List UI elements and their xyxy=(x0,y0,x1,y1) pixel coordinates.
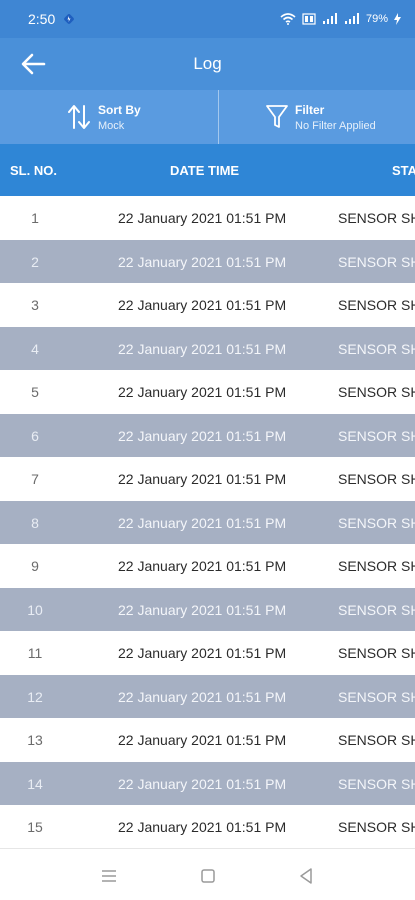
cell-date-time: 22 January 2021 01:51 PM xyxy=(118,819,287,835)
cell-sl-no: 1 xyxy=(31,210,39,226)
cell-sl-no: 14 xyxy=(27,775,43,792)
column-header-sl-no: SL. NO. xyxy=(10,163,57,178)
cell-sl-no: 6 xyxy=(31,427,39,444)
back-triangle-icon[interactable] xyxy=(297,867,315,885)
column-header-date-time: DATE TIME xyxy=(170,163,240,178)
cell-date-time: 22 January 2021 01:51 PM xyxy=(118,340,287,357)
cell-sl-no: 10 xyxy=(27,601,43,618)
sort-arrows-icon xyxy=(68,104,90,135)
cell-status: SENSOR SHORT xyxy=(338,384,415,400)
battery-percent: 79% xyxy=(365,13,388,25)
system-nav-bar xyxy=(0,848,415,900)
cell-status: SENSOR SHORT xyxy=(338,688,415,705)
table-row[interactable]: 3 22 January 2021 01:51 PM SENSOR SHORT xyxy=(0,283,415,327)
table-row[interactable]: 9 22 January 2021 01:51 PM SENSOR SHORT xyxy=(0,544,415,588)
signal-icon xyxy=(322,13,338,25)
sort-by-button[interactable]: Sort By Mock xyxy=(0,90,218,144)
cell-status: SENSOR SHORT xyxy=(338,775,415,792)
cell-status: SENSOR SHORT xyxy=(338,645,415,661)
table-header: SL. NO. DATE TIME STATUS xyxy=(0,144,415,196)
toolbar: Sort By Mock Filter No Filter Applied xyxy=(0,90,415,144)
charging-icon xyxy=(394,13,401,25)
table-row[interactable]: 8 22 January 2021 01:51 PM SENSOR SHORT xyxy=(0,500,415,544)
cell-date-time: 22 January 2021 01:51 PM xyxy=(118,384,287,400)
cell-status: SENSOR SHORT xyxy=(338,253,415,270)
cell-status: SENSOR SHORT xyxy=(338,558,415,574)
log-table-body[interactable]: 1 22 January 2021 01:51 PM SENSOR SHORT … xyxy=(0,196,415,848)
cell-sl-no: 4 xyxy=(31,340,39,357)
wifi-icon xyxy=(280,13,296,25)
table-row[interactable]: 11 22 January 2021 01:51 PM SENSOR SHORT xyxy=(0,631,415,675)
status-time: 2:50 xyxy=(28,11,56,27)
cell-status: SENSOR SHORT xyxy=(338,471,415,487)
cell-status: SENSOR SHORT xyxy=(338,601,415,618)
cell-date-time: 22 January 2021 01:51 PM xyxy=(118,732,287,748)
signal-icon xyxy=(344,13,360,25)
cell-sl-no: 11 xyxy=(27,645,43,661)
filter-title: Filter xyxy=(295,102,325,117)
funnel-icon xyxy=(265,104,289,135)
filter-text: Filter No Filter Applied xyxy=(295,103,376,132)
cell-date-time: 22 January 2021 01:51 PM xyxy=(118,558,287,574)
cell-date-time: 22 January 2021 01:51 PM xyxy=(118,775,287,792)
cell-status: SENSOR SHORT xyxy=(338,210,415,226)
table-row[interactable]: 7 22 January 2021 01:51 PM SENSOR SHORT xyxy=(0,457,415,501)
table-row[interactable]: 1 22 January 2021 01:51 PM SENSOR SHORT xyxy=(0,196,415,240)
cell-date-time: 22 January 2021 01:51 PM xyxy=(118,210,287,226)
table-row[interactable]: 6 22 January 2021 01:51 PM SENSOR SHORT xyxy=(0,413,415,457)
table-row[interactable]: 5 22 January 2021 01:51 PM SENSOR SHORT xyxy=(0,370,415,414)
column-header-status: STATUS xyxy=(392,163,415,178)
status-bar: 2:50 79% xyxy=(0,0,415,38)
volte-icon xyxy=(302,13,316,25)
cell-status: SENSOR SHORT xyxy=(338,297,415,313)
home-icon[interactable] xyxy=(199,867,217,885)
cell-date-time: 22 January 2021 01:51 PM xyxy=(118,297,287,313)
cell-date-time: 22 January 2021 01:51 PM xyxy=(118,253,287,270)
back-button[interactable] xyxy=(20,52,46,76)
table-row[interactable]: 4 22 January 2021 01:51 PM SENSOR SHORT xyxy=(0,326,415,370)
table-row[interactable]: 10 22 January 2021 01:51 PM SENSOR SHORT xyxy=(0,587,415,631)
cell-sl-no: 3 xyxy=(31,297,39,313)
table-row[interactable]: 15 22 January 2021 01:51 PM SENSOR SHORT xyxy=(0,805,415,848)
page-title: Log xyxy=(193,54,222,73)
status-left: 2:50 xyxy=(28,11,75,27)
cell-sl-no: 2 xyxy=(31,253,39,270)
cell-status: SENSOR SHORT xyxy=(338,732,415,748)
cell-date-time: 22 January 2021 01:51 PM xyxy=(118,601,287,618)
app-notification-icon xyxy=(63,13,75,25)
cell-sl-no: 7 xyxy=(31,471,39,487)
app-bar: Log xyxy=(0,38,415,90)
arrow-left-icon xyxy=(21,53,46,75)
table-row[interactable]: 14 22 January 2021 01:51 PM SENSOR SHORT xyxy=(0,761,415,805)
sort-title: Sort By xyxy=(98,102,141,117)
cell-date-time: 22 January 2021 01:51 PM xyxy=(118,688,287,705)
menu-icon[interactable] xyxy=(100,867,118,885)
table-row[interactable]: 13 22 January 2021 01:51 PM SENSOR SHORT xyxy=(0,718,415,762)
cell-sl-no: 15 xyxy=(27,819,43,835)
sort-text: Sort By Mock xyxy=(98,103,141,132)
cell-sl-no: 12 xyxy=(27,688,43,705)
cell-date-time: 22 January 2021 01:51 PM xyxy=(118,645,287,661)
cell-date-time: 22 January 2021 01:51 PM xyxy=(118,514,287,531)
cell-status: SENSOR SHORT xyxy=(338,427,415,444)
cell-sl-no: 9 xyxy=(31,558,39,574)
table-row[interactable]: 2 22 January 2021 01:51 PM SENSOR SHORT xyxy=(0,239,415,283)
sort-value: Mock xyxy=(98,119,125,132)
status-right: 79% xyxy=(280,13,401,25)
cell-sl-no: 8 xyxy=(31,514,39,531)
cell-status: SENSOR SHORT xyxy=(338,514,415,531)
filter-button[interactable]: Filter No Filter Applied xyxy=(218,90,415,144)
cell-status: SENSOR SHORT xyxy=(338,340,415,357)
cell-date-time: 22 January 2021 01:51 PM xyxy=(118,427,287,444)
cell-sl-no: 13 xyxy=(27,732,43,748)
table-row[interactable]: 12 22 January 2021 01:51 PM SENSOR SHORT xyxy=(0,674,415,718)
cell-date-time: 22 January 2021 01:51 PM xyxy=(118,471,287,487)
cell-status: SENSOR SHORT xyxy=(338,819,415,835)
filter-value: No Filter Applied xyxy=(295,119,376,132)
cell-sl-no: 5 xyxy=(31,384,39,400)
